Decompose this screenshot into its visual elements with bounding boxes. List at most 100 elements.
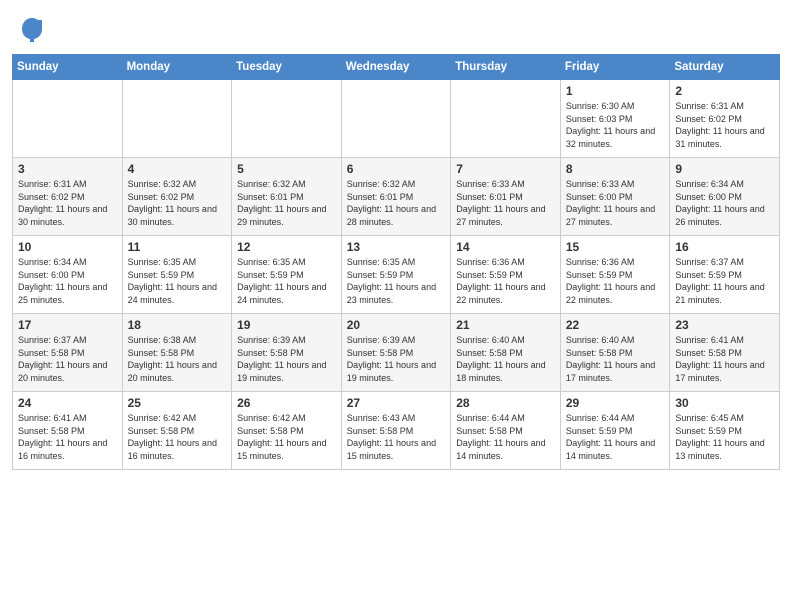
- calendar-cell: 20 Sunrise: 6:39 AM Sunset: 5:58 PM Dayli…: [341, 314, 451, 392]
- calendar-cell: 4 Sunrise: 6:32 AM Sunset: 6:02 PM Daylig…: [122, 158, 232, 236]
- day-info: Sunrise: 6:33 AM Sunset: 6:01 PM Dayligh…: [456, 178, 555, 228]
- calendar-cell: 3Sunrise: 6:31 AM Sunset: 6:02 PM Daylig…: [13, 158, 123, 236]
- day-number: 19: [237, 318, 336, 332]
- calendar-cell: [232, 80, 342, 158]
- col-wednesday: Wednesday: [341, 55, 451, 80]
- day-info: Sunrise: 6:32 AM Sunset: 6:01 PM Dayligh…: [237, 178, 336, 228]
- day-info: Sunrise: 6:42 AM Sunset: 5:58 PM Dayligh…: [237, 412, 336, 462]
- calendar-cell: [122, 80, 232, 158]
- col-monday: Monday: [122, 55, 232, 80]
- header-row: Sunday Monday Tuesday Wednesday Thursday…: [13, 55, 780, 80]
- calendar-cell: 18Sunrise: 6:38 AM Sunset: 5:58 PM Dayli…: [122, 314, 232, 392]
- day-info: Sunrise: 6:37 AM Sunset: 5:59 PM Dayligh…: [675, 256, 774, 306]
- calendar-cell: 11 Sunrise: 6:35 AM Sunset: 5:59 PM Dayli…: [122, 236, 232, 314]
- day-number: 20: [347, 318, 446, 332]
- day-info: Sunrise: 6:39 AM Sunset: 5:58 PM Dayligh…: [237, 334, 336, 384]
- calendar-cell: 8 Sunrise: 6:33 AM Sunset: 6:00 PM Daylig…: [560, 158, 670, 236]
- calendar-cell: 25 Sunrise: 6:42 AM Sunset: 5:58 PM Dayli…: [122, 392, 232, 470]
- calendar-cell: 27 Sunrise: 6:43 AM Sunset: 5:58 PM Dayli…: [341, 392, 451, 470]
- calendar-week-5: 24 Sunrise: 6:41 AM Sunset: 5:58 PM Dayli…: [13, 392, 780, 470]
- day-info: Sunrise: 6:40 AM Sunset: 5:58 PM Dayligh…: [566, 334, 665, 384]
- calendar-cell: [341, 80, 451, 158]
- logo-icon: [20, 16, 44, 44]
- day-info: Sunrise: 6:43 AM Sunset: 5:58 PM Dayligh…: [347, 412, 446, 462]
- logo: [20, 16, 46, 44]
- calendar-week-1: 1 Sunrise: 6:30 AM Sunset: 6:03 PM Daylig…: [13, 80, 780, 158]
- day-info: Sunrise: 6:41 AM Sunset: 5:58 PM Dayligh…: [675, 334, 774, 384]
- day-number: 16: [675, 240, 774, 254]
- calendar-cell: 26 Sunrise: 6:42 AM Sunset: 5:58 PM Dayli…: [232, 392, 342, 470]
- day-info: Sunrise: 6:37 AM Sunset: 5:58 PM Dayligh…: [18, 334, 117, 384]
- day-number: 25: [128, 396, 227, 410]
- day-number: 28: [456, 396, 555, 410]
- day-number: 10: [18, 240, 117, 254]
- day-info: Sunrise: 6:32 AM Sunset: 6:01 PM Dayligh…: [347, 178, 446, 228]
- day-number: 17: [18, 318, 117, 332]
- day-info: Sunrise: 6:34 AM Sunset: 6:00 PM Dayligh…: [675, 178, 774, 228]
- calendar-cell: 7 Sunrise: 6:33 AM Sunset: 6:01 PM Daylig…: [451, 158, 561, 236]
- header: [0, 0, 792, 54]
- calendar-week-2: 3Sunrise: 6:31 AM Sunset: 6:02 PM Daylig…: [13, 158, 780, 236]
- calendar-week-3: 10 Sunrise: 6:34 AM Sunset: 6:00 PM Dayli…: [13, 236, 780, 314]
- calendar-container: Sunday Monday Tuesday Wednesday Thursday…: [0, 54, 792, 478]
- day-number: 12: [237, 240, 336, 254]
- calendar-cell: 30 Sunrise: 6:45 AM Sunset: 5:59 PM Dayli…: [670, 392, 780, 470]
- day-number: 22: [566, 318, 665, 332]
- calendar-cell: 9Sunrise: 6:34 AM Sunset: 6:00 PM Daylig…: [670, 158, 780, 236]
- day-number: 5: [237, 162, 336, 176]
- day-info: Sunrise: 6:33 AM Sunset: 6:00 PM Dayligh…: [566, 178, 665, 228]
- col-saturday: Saturday: [670, 55, 780, 80]
- day-number: 27: [347, 396, 446, 410]
- day-info: Sunrise: 6:36 AM Sunset: 5:59 PM Dayligh…: [566, 256, 665, 306]
- day-number: 15: [566, 240, 665, 254]
- day-number: 8: [566, 162, 665, 176]
- day-number: 3: [18, 162, 117, 176]
- calendar-cell: 2 Sunrise: 6:31 AM Sunset: 6:02 PM Daylig…: [670, 80, 780, 158]
- day-number: 11: [128, 240, 227, 254]
- day-info: Sunrise: 6:36 AM Sunset: 5:59 PM Dayligh…: [456, 256, 555, 306]
- calendar-cell: 10 Sunrise: 6:34 AM Sunset: 6:00 PM Dayli…: [13, 236, 123, 314]
- day-info: Sunrise: 6:35 AM Sunset: 5:59 PM Dayligh…: [237, 256, 336, 306]
- day-info: Sunrise: 6:42 AM Sunset: 5:58 PM Dayligh…: [128, 412, 227, 462]
- day-number: 6: [347, 162, 446, 176]
- day-info: Sunrise: 6:45 AM Sunset: 5:59 PM Dayligh…: [675, 412, 774, 462]
- day-number: 30: [675, 396, 774, 410]
- day-info: Sunrise: 6:35 AM Sunset: 5:59 PM Dayligh…: [128, 256, 227, 306]
- col-sunday: Sunday: [13, 55, 123, 80]
- day-info: Sunrise: 6:34 AM Sunset: 6:00 PM Dayligh…: [18, 256, 117, 306]
- day-info: Sunrise: 6:41 AM Sunset: 5:58 PM Dayligh…: [18, 412, 117, 462]
- calendar-cell: 19 Sunrise: 6:39 AM Sunset: 5:58 PM Dayli…: [232, 314, 342, 392]
- day-number: 13: [347, 240, 446, 254]
- col-friday: Friday: [560, 55, 670, 80]
- day-info: Sunrise: 6:44 AM Sunset: 5:58 PM Dayligh…: [456, 412, 555, 462]
- calendar-cell: 21Sunrise: 6:40 AM Sunset: 5:58 PM Dayli…: [451, 314, 561, 392]
- day-number: 7: [456, 162, 555, 176]
- day-number: 1: [566, 84, 665, 98]
- calendar-cell: 29Sunrise: 6:44 AM Sunset: 5:59 PM Dayli…: [560, 392, 670, 470]
- day-number: 29: [566, 396, 665, 410]
- calendar-cell: 12 Sunrise: 6:35 AM Sunset: 5:59 PM Dayli…: [232, 236, 342, 314]
- day-number: 23: [675, 318, 774, 332]
- day-info: Sunrise: 6:38 AM Sunset: 5:58 PM Dayligh…: [128, 334, 227, 384]
- calendar-cell: [13, 80, 123, 158]
- day-info: Sunrise: 6:31 AM Sunset: 6:02 PM Dayligh…: [675, 100, 774, 150]
- day-number: 26: [237, 396, 336, 410]
- calendar-cell: 14Sunrise: 6:36 AM Sunset: 5:59 PM Dayli…: [451, 236, 561, 314]
- day-info: Sunrise: 6:39 AM Sunset: 5:58 PM Dayligh…: [347, 334, 446, 384]
- day-info: Sunrise: 6:35 AM Sunset: 5:59 PM Dayligh…: [347, 256, 446, 306]
- day-number: 4: [128, 162, 227, 176]
- day-info: Sunrise: 6:32 AM Sunset: 6:02 PM Dayligh…: [128, 178, 227, 228]
- calendar-table: Sunday Monday Tuesday Wednesday Thursday…: [12, 54, 780, 470]
- day-number: 21: [456, 318, 555, 332]
- calendar-cell: 6 Sunrise: 6:32 AM Sunset: 6:01 PM Daylig…: [341, 158, 451, 236]
- calendar-cell: 17 Sunrise: 6:37 AM Sunset: 5:58 PM Dayli…: [13, 314, 123, 392]
- day-number: 2: [675, 84, 774, 98]
- day-number: 24: [18, 396, 117, 410]
- calendar-cell: 13 Sunrise: 6:35 AM Sunset: 5:59 PM Dayli…: [341, 236, 451, 314]
- calendar-cell: 15 Sunrise: 6:36 AM Sunset: 5:59 PM Dayli…: [560, 236, 670, 314]
- calendar-week-4: 17 Sunrise: 6:37 AM Sunset: 5:58 PM Dayli…: [13, 314, 780, 392]
- day-info: Sunrise: 6:30 AM Sunset: 6:03 PM Dayligh…: [566, 100, 665, 150]
- col-thursday: Thursday: [451, 55, 561, 80]
- calendar-cell: 16 Sunrise: 6:37 AM Sunset: 5:59 PM Dayli…: [670, 236, 780, 314]
- calendar-cell: 28 Sunrise: 6:44 AM Sunset: 5:58 PM Dayli…: [451, 392, 561, 470]
